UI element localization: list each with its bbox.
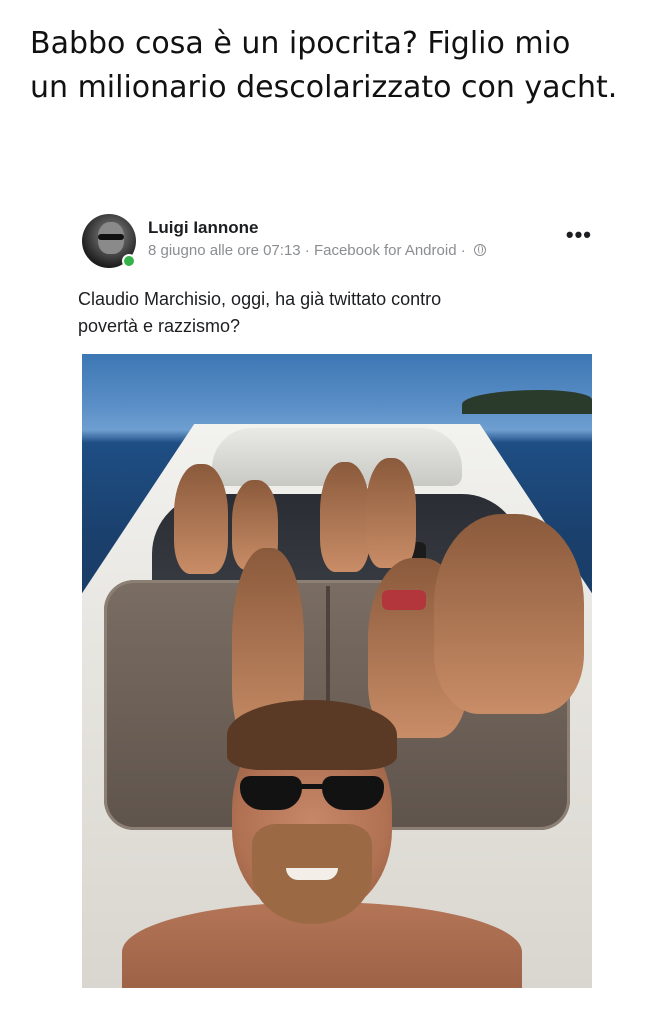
- caption-line-1: Babbo cosa è un ipocrita? Figlio mio: [30, 26, 571, 61]
- online-status-badge: [122, 254, 136, 268]
- post-text-line-2: povertà e razzismo?: [78, 316, 241, 336]
- photo-smile: [286, 868, 338, 880]
- facebook-post-card: Luigi Iannone 8 giugno alle ore 07:13 · …: [64, 168, 604, 1000]
- post-header: Luigi Iannone 8 giugno alle ore 07:13 · …: [82, 212, 602, 272]
- post-meta: 8 giugno alle ore 07:13 · Facebook for A…: [148, 242, 486, 259]
- photo-bikini: [382, 590, 426, 610]
- photo-island: [462, 390, 592, 414]
- post-photo-yacht-selfie[interactable]: [82, 354, 592, 988]
- post-author-name[interactable]: Luigi Iannone: [148, 218, 259, 238]
- globe-icon: [473, 244, 486, 256]
- avatar-glasses: [98, 234, 124, 240]
- photo-person: [366, 458, 416, 568]
- caption-line-2: un milionario descolarizzato con yacht.: [30, 70, 618, 105]
- photo-person: [174, 464, 228, 574]
- post-timestamp-source[interactable]: 8 giugno alle ore 07:13 · Facebook for A…: [148, 242, 466, 259]
- photo-person: [320, 462, 370, 572]
- photo-selfie-hair: [227, 700, 397, 770]
- photo-person: [434, 514, 584, 714]
- photo-sunglasses: [240, 776, 384, 810]
- post-text-line-1: Claudio Marchisio, oggi, ha già twittato…: [78, 289, 442, 309]
- more-dots-icon[interactable]: •••: [566, 224, 592, 246]
- meme-caption: Babbo cosa è un ipocrita? Figlio mio un …: [30, 22, 650, 110]
- post-body-text: Claudio Marchisio, oggi, ha già twittato…: [78, 286, 568, 340]
